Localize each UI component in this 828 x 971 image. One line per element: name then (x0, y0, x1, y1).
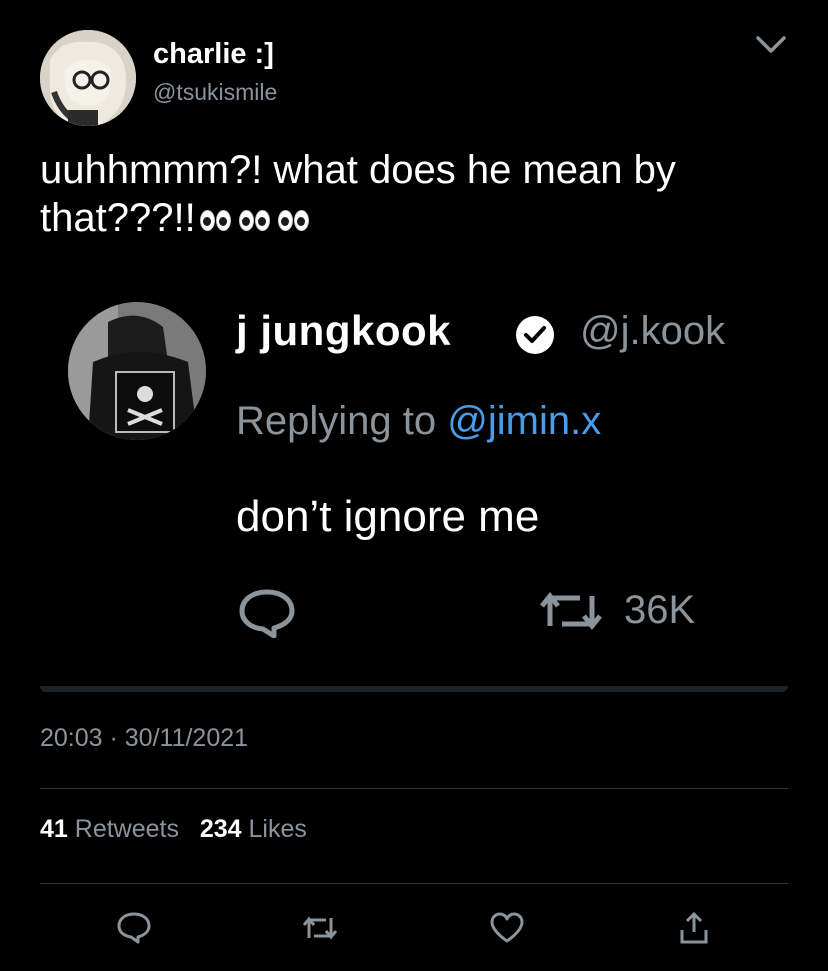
embedded-display-name: j jungkook (236, 307, 451, 354)
tweet-stats: 41 Retweets 234 Likes (40, 815, 307, 844)
divider (40, 883, 788, 884)
eyes-emoji (199, 209, 309, 231)
author-handle[interactable]: @tsukismile (153, 79, 277, 106)
retweet-icon (540, 591, 602, 631)
reply-icon (239, 589, 295, 638)
replying-to: Replying to @jimin.x (236, 399, 601, 444)
tweet-text: uuhhmmm?! what does he mean by that???!! (40, 146, 780, 242)
share-icon[interactable] (676, 910, 712, 946)
replying-prefix: Replying to (236, 399, 437, 443)
author-display-name[interactable]: charlie :] (153, 38, 274, 71)
like-icon[interactable] (489, 910, 525, 946)
divider (40, 788, 788, 789)
chevron-down-icon[interactable] (754, 32, 788, 58)
retweets-stat[interactable]: 41 Retweets (40, 815, 179, 843)
verified-badge-icon (516, 316, 554, 354)
retweet-icon[interactable] (302, 910, 338, 946)
likes-stat[interactable]: 234 Likes (200, 815, 307, 843)
tweet-text-content: uuhhmmm?! what does he mean by that???!! (40, 148, 676, 240)
author-avatar[interactable] (40, 30, 136, 126)
embedded-retweet-count: 36K (624, 588, 696, 632)
embedded-handle: @j.kook (580, 309, 726, 353)
reply-icon[interactable] (116, 910, 152, 946)
tweet-timestamp[interactable]: 20:03 · 30/11/2021 (40, 724, 248, 753)
replying-mention: @jimin.x (447, 399, 602, 443)
embedded-tweet-image[interactable]: j jungkook @j.kook Replying to @jimin.x … (40, 292, 788, 692)
embedded-tweet-text: don’t ignore me (236, 492, 540, 541)
embedded-avatar (68, 302, 206, 440)
